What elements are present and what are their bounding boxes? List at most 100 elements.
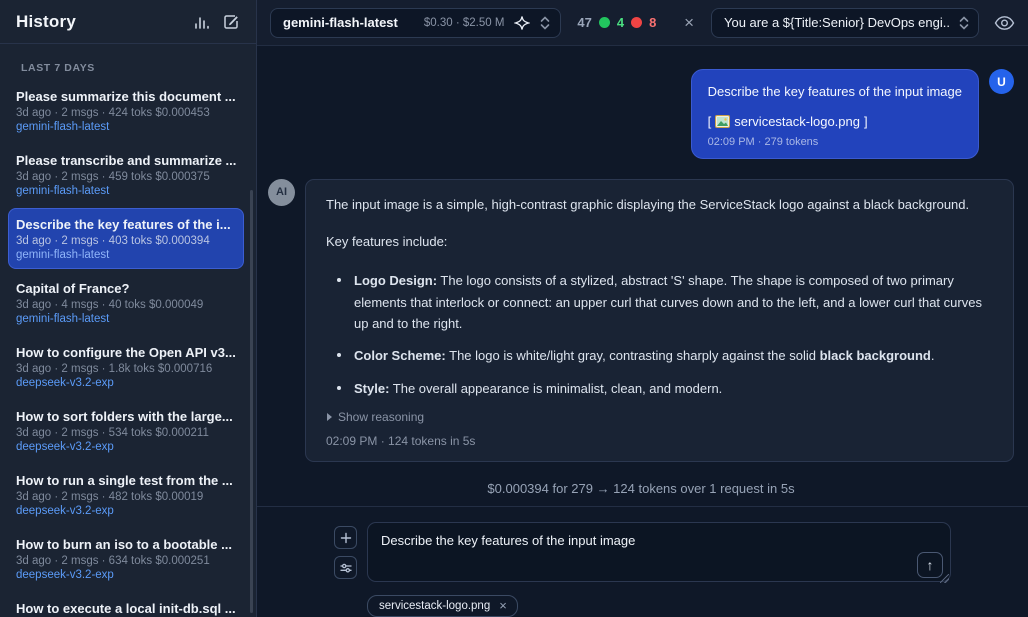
history-item-model: deepseek-v3.2-exp — [16, 505, 236, 517]
sidebar-scrollbar[interactable] — [250, 190, 253, 613]
history-item-meta: 3d ago · 2 msgs · 1.8k toks $0.000716 — [16, 363, 236, 375]
app-window: History LAST 7 DAYS Please summarize thi… — [0, 0, 1028, 617]
history-item-title: Please transcribe and summarize ... — [16, 153, 236, 168]
history-item-title: Capital of France? — [16, 281, 236, 296]
plus-icon — [340, 532, 352, 544]
history-item[interactable]: Please summarize this document ... 3d ag… — [8, 80, 244, 141]
resize-handle[interactable] — [940, 574, 949, 583]
usage-summary: $0.000394 for 279 → 124 tokens over 1 re… — [268, 481, 1014, 496]
close-icon[interactable]: × — [682, 12, 696, 33]
system-prompt-text: You are a ${Title:Senior} DevOps engi... — [724, 15, 951, 30]
history-item-meta: 3d ago · 2 msgs · 534 toks $0.000211 — [16, 427, 236, 439]
history-list: LAST 7 DAYS Please summarize this docume… — [0, 44, 256, 617]
history-item-model: gemini-flash-latest — [16, 185, 236, 197]
history-item-model: deepseek-v3.2-exp — [16, 569, 236, 581]
message-input[interactable]: Describe the key features of the input i… — [367, 522, 951, 582]
sidebar-header: History — [0, 0, 256, 44]
history-item[interactable]: How to run a single test from the ... 3d… — [8, 464, 244, 525]
attachment-chip[interactable]: servicestack-logo.png × — [367, 595, 518, 617]
composer-row: Describe the key features of the input i… — [334, 522, 951, 587]
page-title: History — [16, 12, 76, 32]
history-item[interactable]: How to burn an iso to a bootable ... 3d … — [8, 528, 244, 589]
user-message-meta: 02:09 PM · 279 tokens — [708, 136, 962, 148]
bullet-bold: Logo Design: — [354, 273, 437, 288]
bracket-close: ] — [864, 114, 868, 129]
history-item-title: How to configure the Open API v3... — [16, 345, 236, 360]
ai-bullet: Logo Design: The logo consists of a styl… — [335, 270, 993, 334]
chevron-updown-icon — [959, 15, 969, 31]
history-item-selected[interactable]: Describe the key features of the i... 3d… — [8, 208, 244, 269]
history-item-meta: 3d ago · 2 msgs · 459 toks $0.000375 — [16, 171, 236, 183]
history-item-title: Describe the key features of the i... — [16, 217, 236, 232]
history-item-meta: 3d ago · 2 msgs · 424 toks $0.000453 — [16, 107, 236, 119]
settings-sliders-button[interactable] — [334, 556, 357, 579]
history-item-title: How to run a single test from the ... — [16, 473, 236, 488]
chevron-updown-icon — [540, 15, 550, 31]
sidebar: History LAST 7 DAYS Please summarize thi… — [0, 0, 257, 617]
history-item-meta: 3d ago · 2 msgs · 634 toks $0.000251 — [16, 555, 236, 567]
show-reasoning-toggle[interactable]: Show reasoning — [327, 410, 993, 424]
bracket-open: [ — [708, 114, 712, 129]
chevron-right-icon — [327, 413, 332, 421]
message-input-wrapper: Describe the key features of the input i… — [367, 522, 951, 587]
new-chat-icon[interactable] — [222, 13, 240, 31]
chat-area: Describe the key features of the input i… — [257, 46, 1028, 506]
history-item-model: deepseek-v3.2-exp — [16, 441, 236, 453]
ai-avatar: AI — [268, 179, 295, 206]
history-item-title: How to execute a local init-db.sql ... — [16, 601, 236, 616]
history-item-title: How to sort folders with the large... — [16, 409, 236, 424]
remove-attachment-icon[interactable]: × — [499, 599, 507, 612]
history-item[interactable]: How to execute a local init-db.sql ... 3… — [8, 592, 244, 617]
attachment-chip-row: servicestack-logo.png × — [334, 595, 951, 617]
bullet-text: The logo consists of a stylized, abstrac… — [354, 273, 982, 331]
ai-paragraph: Key features include: — [326, 232, 993, 253]
ai-message: The input image is a simple, high-contra… — [305, 179, 1014, 463]
sparkle-icon — [514, 15, 530, 31]
bullet-text: . — [931, 348, 935, 363]
success-dot-icon — [599, 17, 610, 28]
ai-message-meta: 02:09 PM · 124 tokens in 5s — [326, 434, 993, 448]
user-avatar: U — [989, 69, 1014, 94]
attachment-chip-name: servicestack-logo.png — [379, 600, 490, 612]
bullet-text: The logo is white/light gray, contrastin… — [446, 348, 820, 363]
error-count: 8 — [649, 15, 656, 30]
sliders-icon — [340, 562, 352, 574]
history-item-title: How to burn an iso to a bootable ... — [16, 537, 236, 552]
main-panel: gemini-flash-latest $0.30 · $2.50 M 47 4… — [257, 0, 1028, 617]
attachment-filename: servicestack-logo.png — [734, 114, 860, 129]
composer-buttons — [334, 522, 357, 587]
request-count: 47 — [577, 15, 591, 30]
bullet-dot-icon — [337, 278, 341, 282]
ai-paragraph: The input image is a simple, high-contra… — [326, 195, 993, 216]
user-message-row: Describe the key features of the input i… — [268, 69, 1014, 159]
eye-icon[interactable] — [994, 15, 1015, 31]
model-name: gemini-flash-latest — [283, 15, 398, 30]
sidebar-actions — [193, 13, 240, 31]
error-dot-icon — [631, 17, 642, 28]
bullet-bold: Color Scheme: — [354, 348, 446, 363]
history-item-meta: 3d ago · 4 msgs · 40 toks $0.000049 — [16, 299, 236, 311]
request-stats: 47 4 8 — [577, 15, 656, 30]
system-prompt-selector[interactable]: You are a ${Title:Senior} DevOps engi... — [711, 8, 979, 38]
bullet-dot-icon — [337, 353, 341, 357]
model-price: $0.30 · $2.50 M — [424, 17, 505, 29]
history-item-model: gemini-flash-latest — [16, 313, 236, 325]
history-item-model: gemini-flash-latest — [16, 249, 236, 261]
history-item[interactable]: How to sort folders with the large... 3d… — [8, 400, 244, 461]
model-selector[interactable]: gemini-flash-latest $0.30 · $2.50 M — [270, 8, 561, 38]
usage-chart-icon[interactable] — [193, 14, 210, 31]
user-message: Describe the key features of the input i… — [691, 69, 979, 159]
history-item-meta: 3d ago · 2 msgs · 482 toks $0.00019 — [16, 491, 236, 503]
history-item-meta: 3d ago · 2 msgs · 403 toks $0.000394 — [16, 235, 236, 247]
ai-message-row: AI The input image is a simple, high-con… — [268, 179, 1014, 463]
show-reasoning-label: Show reasoning — [338, 410, 424, 424]
history-item[interactable]: Please transcribe and summarize ... 3d a… — [8, 144, 244, 205]
history-item[interactable]: How to configure the Open API v3... 3d a… — [8, 336, 244, 397]
success-count: 4 — [617, 15, 624, 30]
bullet-dot-icon — [337, 386, 341, 390]
history-item[interactable]: Capital of France? 3d ago · 4 msgs · 40 … — [8, 272, 244, 333]
history-item-model: gemini-flash-latest — [16, 121, 236, 133]
attach-button[interactable] — [334, 526, 357, 549]
ai-bullet: Color Scheme: The logo is white/light gr… — [335, 345, 993, 366]
user-attachment-line: [ servicestack-logo.png] — [708, 114, 962, 129]
